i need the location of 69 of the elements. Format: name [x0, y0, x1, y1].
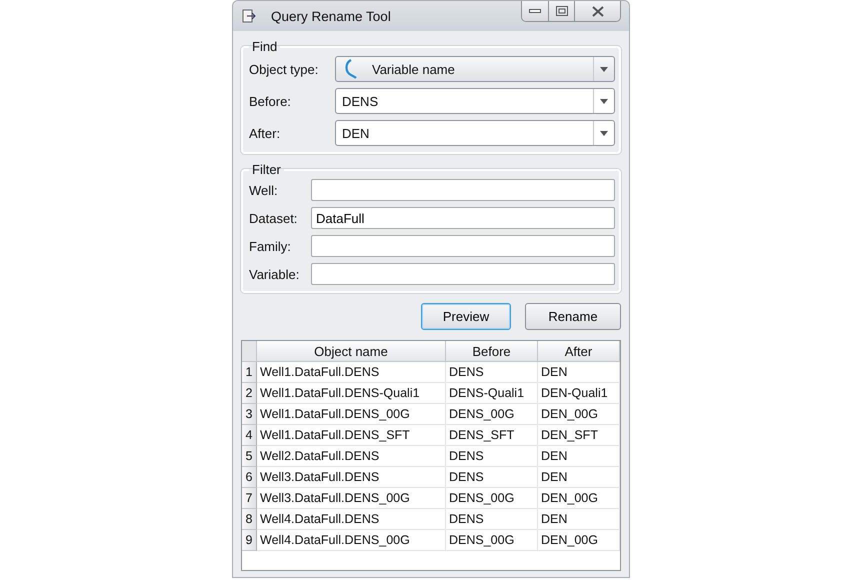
table-cell: DEN [538, 446, 620, 467]
field-label: Family: [249, 238, 292, 254]
window-title: Query Rename Tool [271, 8, 392, 24]
table-cell: DENS_00G [446, 530, 538, 551]
table-cell: DENS [446, 467, 538, 488]
field-label: Dataset: [249, 210, 298, 226]
caret-icon [600, 98, 608, 104]
column-header[interactable]: Object name [257, 341, 446, 362]
caret-icon [600, 66, 608, 72]
row-number: 2 [242, 383, 257, 404]
row-number: 6 [242, 467, 257, 488]
field-label: Well: [249, 182, 279, 198]
action-button[interactable]: Preview [421, 303, 511, 330]
table-cell: Well1.DataFull.DENS-Quali1 [257, 383, 446, 404]
column-header[interactable]: After [538, 341, 620, 362]
maximize-button[interactable] [549, 1, 575, 21]
header-corner [242, 341, 257, 362]
dropdown[interactable]: Variable name [335, 56, 615, 82]
table-cell: DEN_00G [538, 530, 620, 551]
table-cell: DENS_00G [446, 404, 538, 425]
table-cell: DEN [538, 509, 620, 530]
minimize-icon [529, 8, 541, 14]
dropdown[interactable]: DENS [335, 88, 615, 114]
table-cell: DENS_00G [446, 488, 538, 509]
app-icon [241, 8, 257, 24]
row-number: 7 [242, 488, 257, 509]
table-cell: Well1.DataFull.DENS_00G [257, 404, 446, 425]
row-number: 4 [242, 425, 257, 446]
table-cell: DENS [446, 446, 538, 467]
row-number: 9 [242, 530, 257, 551]
input-field[interactable] [311, 179, 615, 201]
table-cell: DENS-Quali1 [446, 383, 538, 404]
table-cell: Well3.DataFull.DENS [257, 467, 446, 488]
field-label: Before: [249, 94, 292, 108]
table-cell: DEN [538, 362, 620, 383]
input-field[interactable]: DataFull [311, 207, 615, 229]
close-button[interactable] [575, 1, 620, 21]
field-label: After: [249, 126, 282, 140]
dropdown[interactable]: DEN [335, 120, 615, 146]
action-button[interactable]: Rename [525, 303, 621, 330]
group-title: Find [251, 39, 278, 54]
table-cell: DEN_00G [538, 488, 620, 509]
input-field[interactable] [311, 235, 615, 257]
table-cell: DEN_00G [538, 404, 620, 425]
row-number: 3 [242, 404, 257, 425]
table-cell: DENS [446, 362, 538, 383]
row-number: 8 [242, 509, 257, 530]
field-label: Variable: [249, 266, 300, 282]
minimize-button[interactable] [522, 1, 549, 21]
table-cell: DEN [538, 467, 620, 488]
field-label: Object type: [249, 62, 320, 76]
table-cell: Well4.DataFull.DENS_00G [257, 530, 446, 551]
row-number: 1 [242, 362, 257, 383]
maximize-icon [556, 6, 568, 16]
table-cell: DEN-Quali1 [538, 383, 620, 404]
table-cell: DEN_SFT [538, 425, 620, 446]
table-cell: DENS [446, 509, 538, 530]
table-cell: Well2.DataFull.DENS [257, 446, 446, 467]
table-cell: DENS_SFT [446, 425, 538, 446]
group-title: Filter [251, 162, 282, 177]
table-cell: Well3.DataFull.DENS_00G [257, 488, 446, 509]
table-cell: Well1.DataFull.DENS [257, 362, 446, 383]
input-field[interactable] [311, 263, 615, 285]
column-header[interactable]: Before [446, 341, 538, 362]
caret-icon [600, 130, 608, 136]
row-number: 5 [242, 446, 257, 467]
table-cell: Well1.DataFull.DENS_SFT [257, 425, 446, 446]
close-icon [592, 6, 604, 16]
table-cell: Well4.DataFull.DENS [257, 509, 446, 530]
